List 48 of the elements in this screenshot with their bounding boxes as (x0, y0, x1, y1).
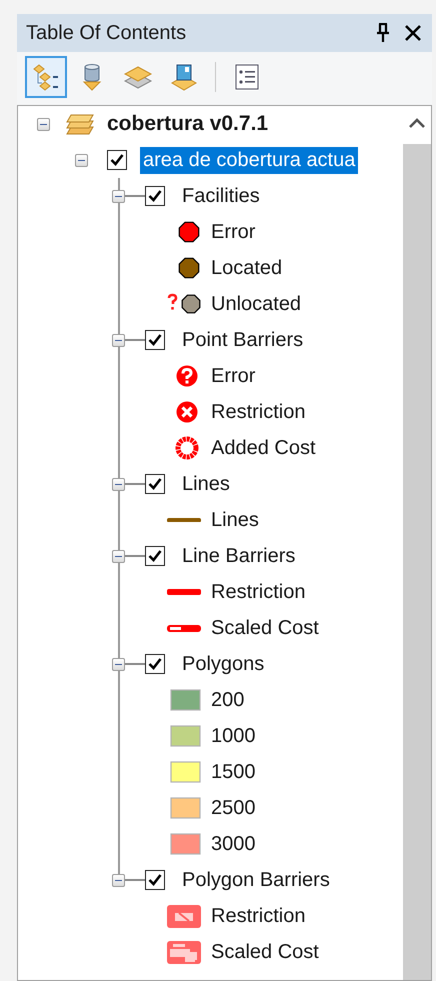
legend-label: Error (211, 364, 256, 388)
panel-title: Table Of Contents (26, 22, 188, 44)
legend-label: Scaled Cost (211, 616, 319, 640)
map-name: cobertura v0.7.1 (106, 111, 270, 137)
legend-label: 1000 (211, 724, 256, 748)
options-list-icon (233, 62, 261, 92)
selection-layer-icon (169, 62, 199, 92)
layer-name[interactable]: area de cobertura actua (140, 146, 358, 174)
collapse-button[interactable] (112, 334, 125, 346)
legend-label: Restriction (211, 904, 306, 928)
scrollbar-thumb[interactable] (403, 144, 431, 980)
visibility-checkbox[interactable] (145, 330, 165, 350)
sublayer-name[interactable]: Point Barriers (182, 328, 304, 352)
sublayer-name[interactable]: Line Barriers (182, 544, 296, 568)
collapse-button[interactable] (112, 190, 125, 202)
legend-label: Lines (211, 508, 259, 532)
hatched-block-icon (165, 904, 201, 928)
collapse-button[interactable] (112, 550, 125, 562)
legend-label: Located (211, 256, 282, 280)
legend-label: Restriction (211, 580, 306, 604)
legend-label: 200 (211, 688, 244, 712)
legend-label: Added Cost (211, 436, 316, 460)
visibility-checkbox[interactable] (145, 870, 165, 890)
sublayer-name[interactable]: Lines (182, 472, 230, 496)
legend-label: 2500 (211, 796, 256, 820)
legend-label: 1500 (211, 760, 256, 784)
split-block-icon (165, 940, 201, 964)
collapse-button[interactable] (37, 118, 50, 130)
legend-label: 3000 (211, 832, 256, 856)
sublayer-name[interactable]: Polygons (182, 652, 264, 676)
visibility-checkbox[interactable] (145, 546, 165, 566)
collapse-button[interactable] (112, 658, 125, 670)
sublayer-name[interactable]: Facilities (182, 184, 260, 208)
legend-label: Unlocated (211, 292, 302, 316)
legend-label: Error (211, 220, 256, 244)
collapse-button[interactable] (75, 154, 88, 166)
legend-label: Restriction (211, 400, 306, 424)
visibility-checkbox[interactable] (145, 186, 165, 206)
legend-label: Scaled Cost (211, 940, 319, 964)
sublayer-name[interactable]: Polygon Barriers (182, 868, 330, 892)
layer-stack-icon (65, 112, 95, 136)
visibility-checkbox[interactable] (107, 150, 127, 170)
collapse-button[interactable] (112, 478, 125, 490)
list-by-drawing-order-icon (31, 62, 61, 92)
collapse-button[interactable] (112, 874, 125, 886)
visibility-checkbox[interactable] (145, 654, 165, 674)
scroll-up-icon[interactable] (408, 116, 426, 130)
visibility-checkbox[interactable] (145, 474, 165, 494)
